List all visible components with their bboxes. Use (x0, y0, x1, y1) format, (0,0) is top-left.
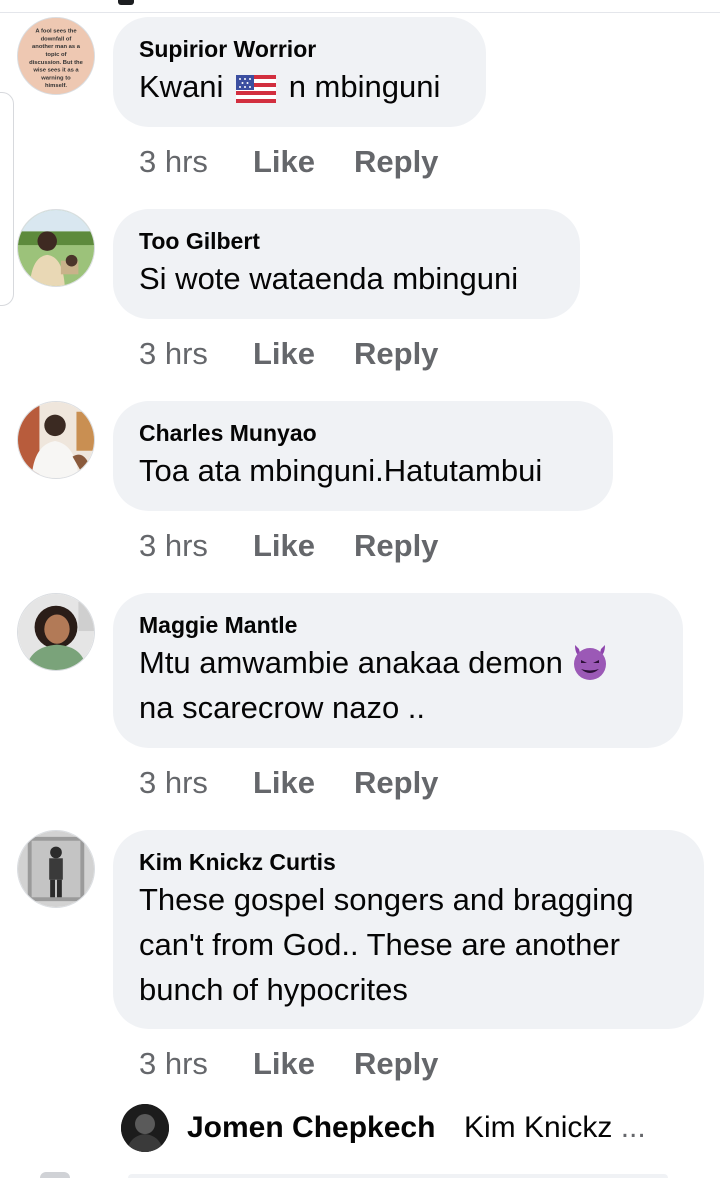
comment-time[interactable]: 3 hrs (139, 763, 253, 803)
like-button[interactable]: Like (253, 334, 354, 374)
comment-time[interactable]: 3 hrs (139, 334, 253, 374)
like-button[interactable]: Like (253, 142, 354, 182)
quote-avatar-image: A fool sees the downfall of another man … (18, 18, 94, 94)
comment-text-part: n mbinguni (288, 69, 441, 104)
comment-author[interactable]: Too Gilbert (139, 226, 554, 256)
left-panel-edge (0, 92, 14, 306)
avatar-quote-line: downfall of (41, 36, 72, 42)
comment-author[interactable]: Kim Knickz Curtis (139, 847, 678, 877)
comment-text-line: na scarecrow nazo .. (139, 690, 426, 725)
avatar-quote-line: warning to (40, 75, 71, 81)
profile-photo-image (18, 831, 94, 907)
next-bubble-edge (128, 1174, 668, 1178)
next-avatar-edge (40, 1172, 70, 1178)
comment-author[interactable]: Charles Munyao (139, 418, 587, 448)
avatar[interactable] (17, 209, 95, 287)
comment-bubble[interactable]: Kim Knickz Curtis These gospel songers a… (113, 830, 704, 1029)
like-button[interactable]: Like (253, 526, 354, 566)
avatar-quote-line: himself. (45, 83, 67, 89)
reply-button[interactable]: Reply (354, 144, 438, 179)
reply-more-ellipsis[interactable]: ... (621, 1111, 646, 1144)
comment-text: Kwani n mbinguni (139, 64, 460, 109)
comment-text-line: These gospel songers and bragging (139, 882, 634, 917)
comment-author[interactable]: Supirior Worrior (139, 34, 460, 64)
comment-author[interactable]: Maggie Mantle (139, 610, 657, 640)
comment-bubble[interactable]: Supirior Worrior Kwani n mbinguni (113, 17, 486, 127)
reply-avatar[interactable] (121, 1104, 169, 1152)
comment-text-part: Mtu amwambie anakaa demon (139, 645, 563, 680)
comment-actions: 3 hrs Like Reply (139, 142, 438, 182)
us-flag-emoji-icon (236, 75, 277, 103)
avatar-quote-line: wise sees it as a (32, 68, 79, 74)
comment-actions: 3 hrs Like Reply (139, 1044, 438, 1084)
profile-photo-image (121, 1104, 169, 1152)
comment-bubble[interactable]: Charles Munyao Toa ata mbinguni.Hatutamb… (113, 401, 613, 511)
comment-time[interactable]: 3 hrs (139, 526, 253, 566)
comment-actions: 3 hrs Like Reply (139, 763, 438, 803)
comment-text: Si wote wataenda mbinguni (139, 261, 519, 296)
like-button[interactable]: Like (253, 1044, 354, 1084)
reply-text: Kim Knickz ... (464, 1110, 646, 1146)
comment-text: Toa ata mbinguni.Hatutambui (139, 453, 543, 488)
reply-preview[interactable]: Jomen Chepkech Kim Knickz ... (121, 1104, 711, 1152)
profile-photo-image (18, 402, 94, 478)
avatar-quote-line: discussion. But the (29, 60, 84, 66)
reply-text-snippet: Kim Knickz (464, 1111, 613, 1144)
profile-photo-image (18, 210, 94, 286)
profile-photo-image (18, 594, 94, 670)
comment-text-line: Mtu amwambie anakaa demon (139, 640, 657, 685)
avatar[interactable]: A fool sees the downfall of another man … (17, 17, 95, 95)
top-header-strip (0, 0, 720, 13)
comment-text: These gospel songers and bragging can't … (139, 877, 678, 1012)
avatar[interactable] (17, 830, 95, 908)
avatar[interactable] (17, 593, 95, 671)
avatar-quote-line: another man as a (32, 44, 81, 50)
reply-author[interactable]: Jomen Chepkech (187, 1110, 435, 1146)
avatar[interactable] (17, 401, 95, 479)
comment-bubble[interactable]: Maggie Mantle Mtu amwambie anakaa demon … (113, 593, 683, 748)
reply-button[interactable]: Reply (354, 765, 438, 800)
comment-text-line: can't from God.. These are another (139, 927, 620, 962)
smiling-devil-emoji-icon (573, 645, 606, 680)
comment-time[interactable]: 3 hrs (139, 1044, 253, 1084)
reply-button[interactable]: Reply (354, 336, 438, 371)
comment-bubble[interactable]: Too Gilbert Si wote wataenda mbinguni (113, 209, 580, 319)
comment-text: Mtu amwambie anakaa demon na scarecrow n… (139, 640, 657, 730)
reply-button[interactable]: Reply (354, 528, 438, 563)
comment-actions: 3 hrs Like Reply (139, 334, 438, 374)
avatar-quote-line: topic of (45, 52, 66, 58)
avatar-quote-line: A fool sees the (35, 29, 77, 35)
like-button[interactable]: Like (253, 763, 354, 803)
comment-time[interactable]: 3 hrs (139, 142, 253, 182)
comment-actions: 3 hrs Like Reply (139, 526, 438, 566)
comment-text-line: bunch of hypocrites (139, 972, 408, 1007)
header-fragment (118, 0, 134, 5)
comment-text-part: Kwani (139, 69, 224, 104)
reply-button[interactable]: Reply (354, 1046, 438, 1081)
